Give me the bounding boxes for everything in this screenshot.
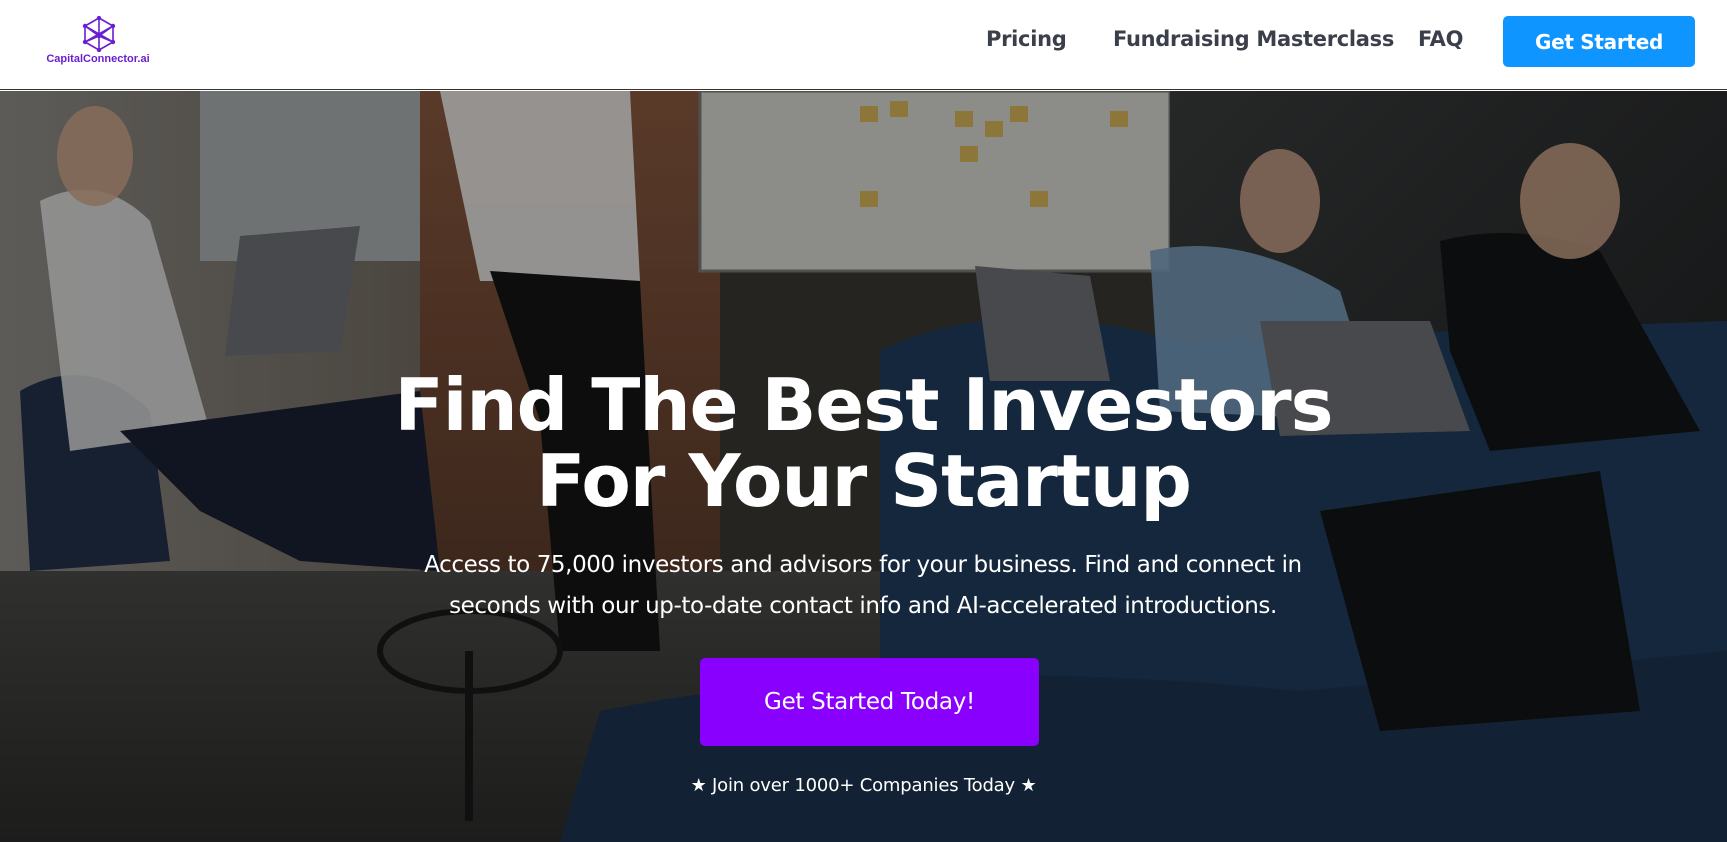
hero-title-line-2: For Your Startup: [536, 439, 1192, 523]
hero-section: Find The Best Investors For Your Startup…: [0, 91, 1727, 842]
site-header: CapitalConnector.ai Pricing Fundraising …: [0, 0, 1727, 90]
hero-title: Find The Best Investors For Your Startup: [0, 367, 1727, 519]
hero-subtitle-line-1: Access to 75,000 investors and advisors …: [424, 552, 1302, 578]
header-get-started-button[interactable]: Get Started: [1503, 16, 1695, 67]
social-proof-text: ★ Join over 1000+ Companies Today ★: [690, 775, 1037, 796]
nav-fundraising-masterclass-link[interactable]: Fundraising Masterclass: [1113, 27, 1394, 51]
hero-subtitle: Access to 75,000 investors and advisors …: [363, 545, 1363, 627]
nav-faq-link[interactable]: FAQ: [1418, 27, 1463, 51]
brand-logo[interactable]: CapitalConnector.ai: [43, 16, 153, 70]
nav-pricing-link[interactable]: Pricing: [986, 27, 1067, 51]
hero-title-line-1: Find The Best Investors: [394, 363, 1334, 447]
hero-subtitle-line-2: seconds with our up-to-date contact info…: [449, 593, 1277, 619]
hero-get-started-today-button[interactable]: Get Started Today!: [700, 658, 1039, 746]
brand-name: CapitalConnector.ai: [46, 53, 150, 65]
network-cube-icon: [82, 16, 116, 52]
